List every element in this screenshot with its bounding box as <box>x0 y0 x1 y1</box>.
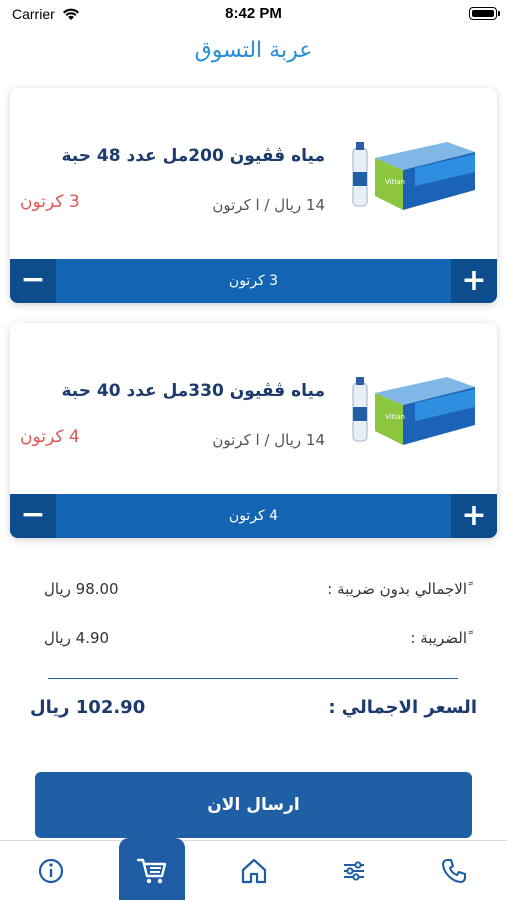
product-price: 14 ريال / ا كرتون <box>212 431 325 449</box>
water-box-icon: Vitian <box>349 373 479 453</box>
subtotal-row: ًالاجمالي بدون ضريبة : 98.00 ريال <box>0 580 507 610</box>
status-bar: Carrier 8:42 PM <box>0 0 507 28</box>
product-name: مياه ڤڤيون 200مل عدد 48 حبة <box>61 146 326 166</box>
cart-item: مياه ڤڤيون 200مل عدد 48 حبة 14 ريال / ا … <box>10 88 497 303</box>
quantity-stepper: − 3 كرتون + <box>10 259 497 303</box>
subtotal-value: 98.00 ريال <box>44 580 119 598</box>
tax-label: ًالضريبة : <box>410 629 467 647</box>
svg-text:Vitian: Vitian <box>385 413 405 421</box>
sliders-icon[interactable] <box>334 851 374 891</box>
product-quantity: 3 كرتون <box>20 192 80 212</box>
product-quantity: 4 كرتون <box>20 427 80 447</box>
product-name: مياه ڤڤيون 330مل عدد 40 حبة <box>61 381 326 401</box>
water-box-icon: Vitian <box>349 138 479 218</box>
page-title: عربة التسوق <box>194 38 313 63</box>
clock: 8:42 PM <box>225 5 282 22</box>
decrease-button[interactable]: − <box>10 259 56 303</box>
info-icon[interactable] <box>31 851 71 891</box>
send-now-button[interactable]: ارسال الان <box>35 772 472 838</box>
stepper-value: 3 كرتون <box>228 273 279 289</box>
svg-text:Vitian: Vitian <box>385 178 405 186</box>
cart-icon[interactable] <box>119 838 185 900</box>
home-icon[interactable] <box>234 851 274 891</box>
subtotal-label: ًالاجمالي بدون ضريبة : <box>327 580 467 598</box>
stepper-value: 4 كرتون <box>228 508 279 524</box>
battery-icon <box>469 7 500 20</box>
tab-bar <box>0 840 507 901</box>
decrease-button[interactable]: − <box>10 494 56 538</box>
product-price: 14 ريال / ا كرتون <box>212 196 325 214</box>
tax-value: 4.90 ريال <box>44 629 110 647</box>
increase-button[interactable]: + <box>451 259 497 303</box>
increase-button[interactable]: + <box>451 494 497 538</box>
total-label: السعر الاجمالي : <box>328 697 477 718</box>
total-value: 102.90 ريال <box>30 697 146 718</box>
quantity-stepper: − 4 كرتون + <box>10 494 497 538</box>
divider <box>48 678 458 679</box>
tax-row: ًالضريبة : 4.90 ريال <box>0 629 507 659</box>
phone-icon[interactable] <box>434 851 474 891</box>
cart-item: مياه ڤڤيون 330مل عدد 40 حبة 14 ريال / ا … <box>10 323 497 538</box>
